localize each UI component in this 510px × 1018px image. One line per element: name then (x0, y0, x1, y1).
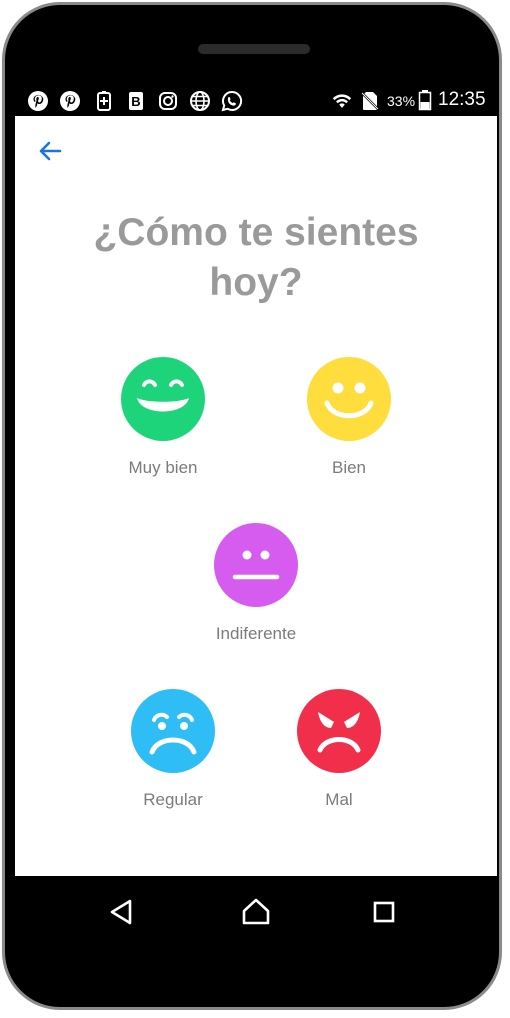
mood-option-bien[interactable]: Bien (279, 356, 419, 478)
b-app-icon: B (129, 92, 143, 110)
arrow-left-icon[interactable] (35, 136, 65, 166)
phone-frame: B 33% 12:35 ¿Cómo te sientes hoy? Muy bi… (0, 0, 510, 1018)
big-smile-face-icon (121, 357, 205, 441)
page-title: ¿Cómo te sientes hoy? (93, 211, 419, 304)
pinterest-icon (60, 91, 80, 111)
mood-option-regular[interactable]: Regular (103, 688, 243, 810)
battery-saver-icon (97, 91, 111, 111)
home-icon[interactable] (238, 894, 274, 930)
mood-label: Indiferente (215, 624, 297, 643)
no-sim-icon (361, 92, 379, 110)
mood-label: Regular (143, 790, 203, 809)
battery-icon (418, 90, 432, 111)
globe-icon (190, 91, 210, 111)
svg-text:B: B (131, 94, 140, 109)
sad-face-icon (131, 689, 215, 773)
instagram-icon (159, 92, 177, 110)
clock: 12:35 (438, 89, 486, 110)
status-bar: B 33% 12:35 (15, 84, 497, 116)
mood-label: Mal (325, 790, 353, 809)
mood-label: Muy bien (128, 458, 198, 477)
pinterest-icon (28, 91, 48, 111)
mood-option-indiferente[interactable]: Indiferente (186, 522, 326, 644)
system-nav-bar (15, 876, 497, 948)
app-screen: ¿Cómo te sientes hoy? Muy bien Bien Indi… (15, 116, 497, 876)
angry-face-icon (297, 689, 381, 773)
recents-square-icon[interactable] (366, 894, 402, 930)
neutral-face-icon (214, 523, 298, 607)
battery-percent: 33% (387, 93, 416, 109)
mood-option-mal[interactable]: Mal (269, 688, 409, 810)
mood-option-muy-bien[interactable]: Muy bien (93, 356, 233, 478)
back-triangle-icon[interactable] (103, 894, 139, 930)
whatsapp-icon (221, 90, 243, 112)
smile-face-icon (307, 357, 391, 441)
mood-label: Bien (331, 458, 367, 477)
speaker-grille (198, 44, 310, 54)
wifi-icon (332, 94, 352, 108)
